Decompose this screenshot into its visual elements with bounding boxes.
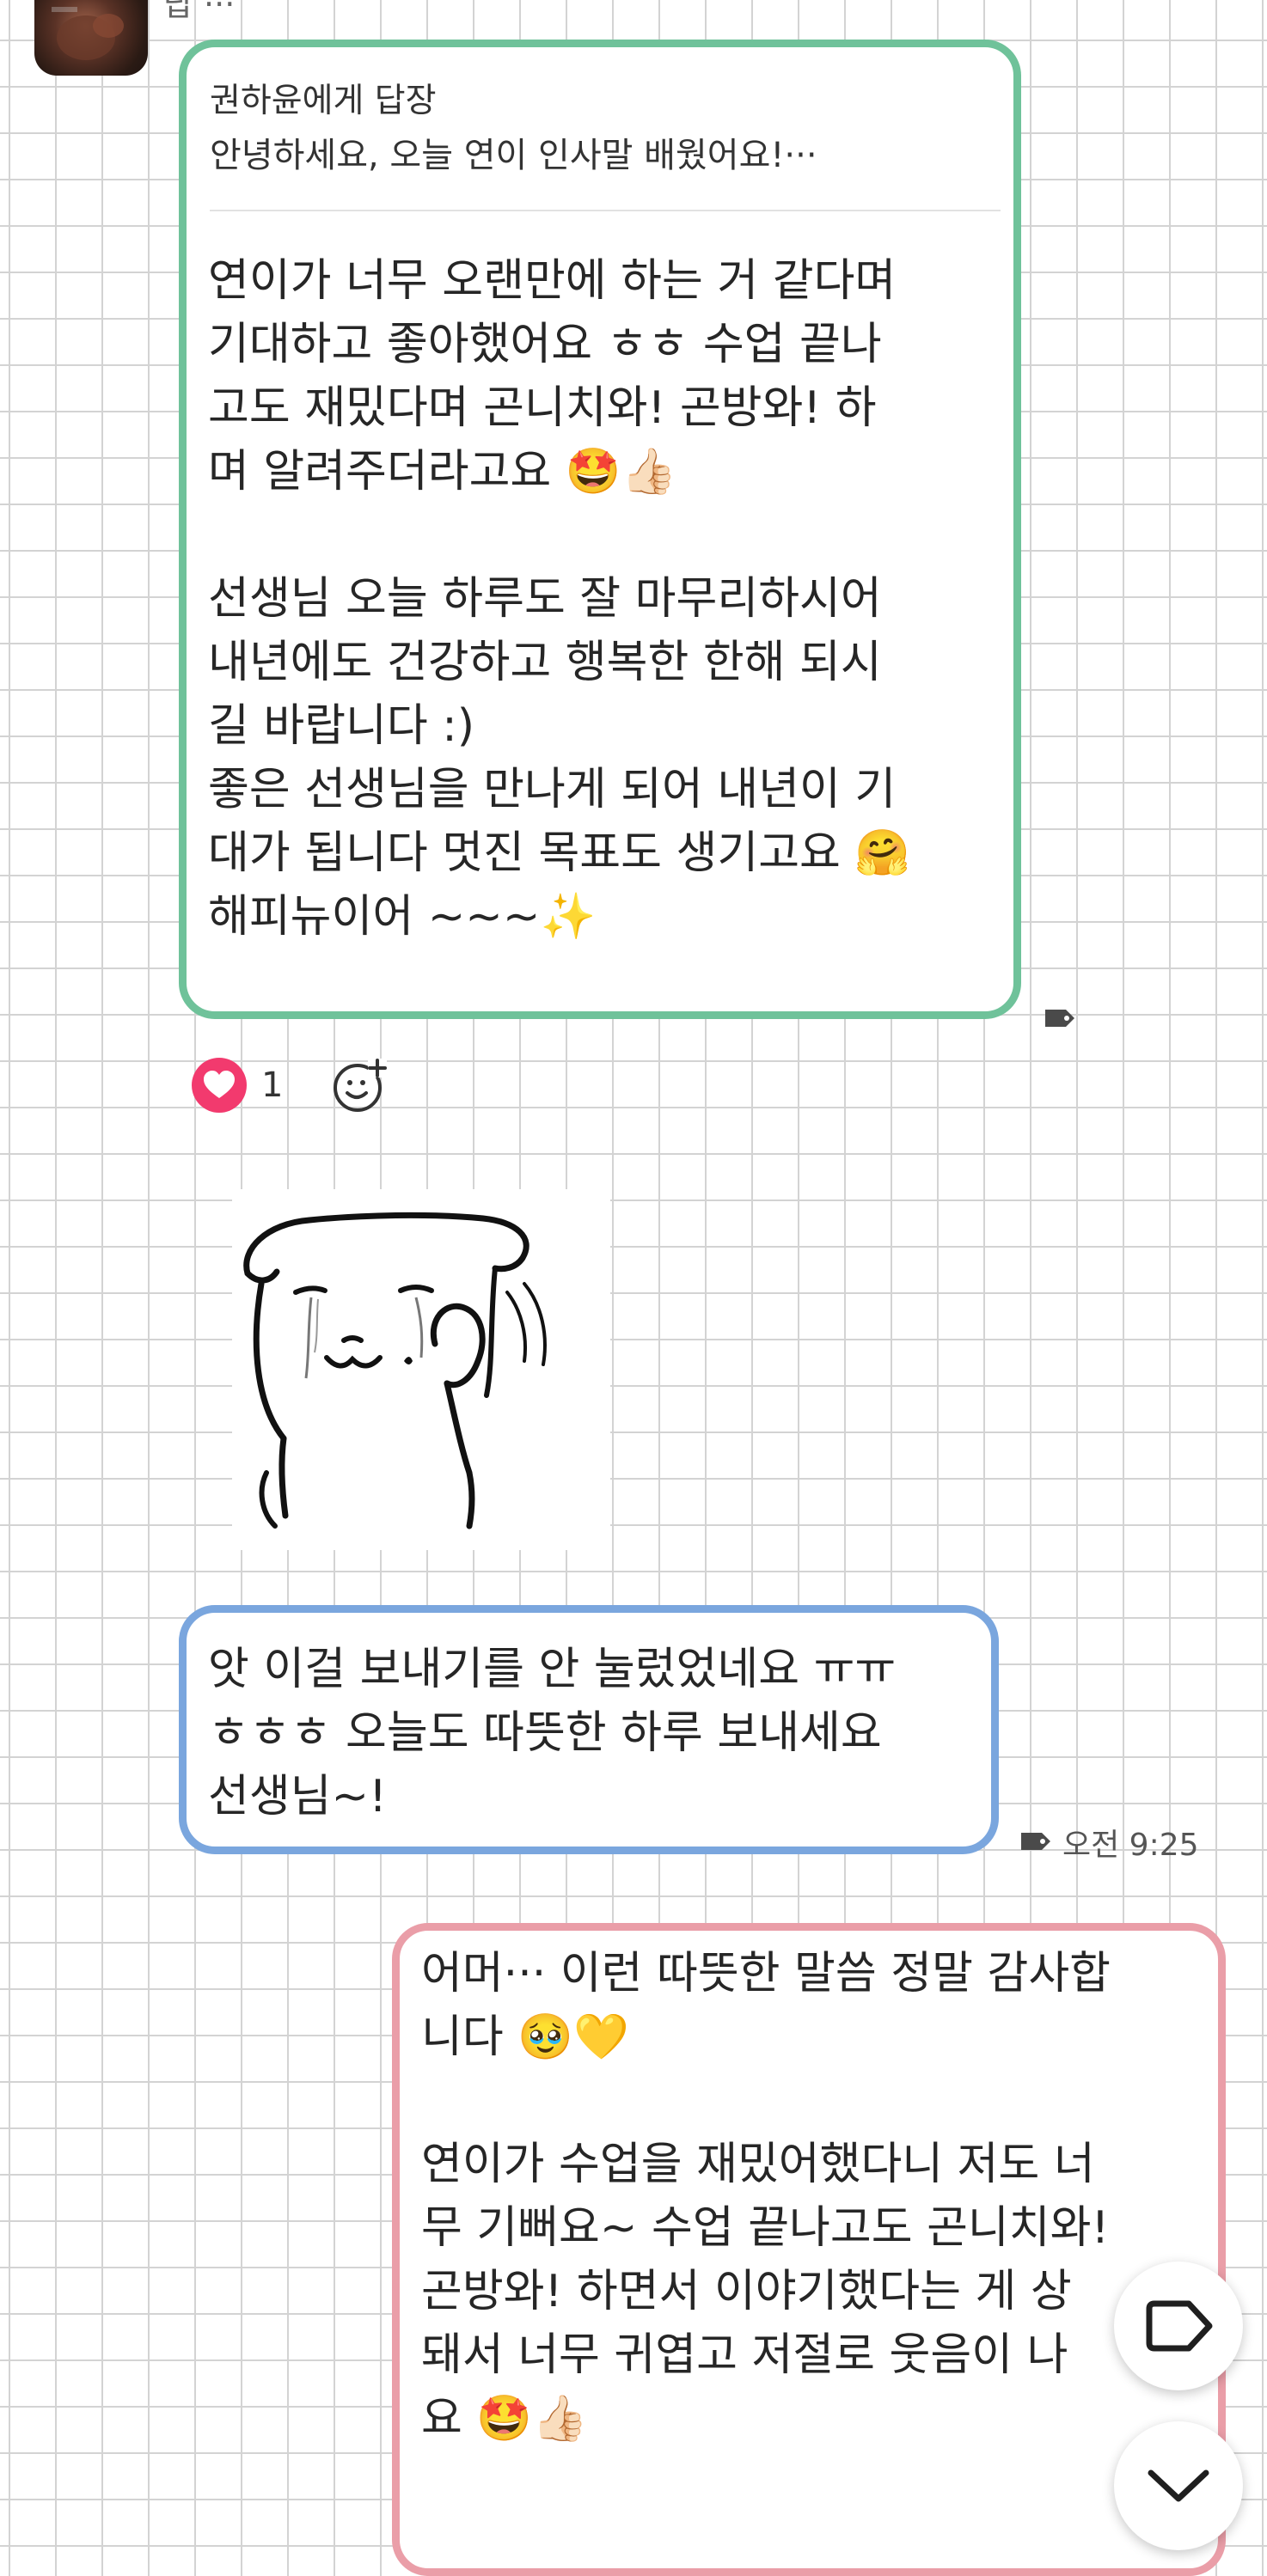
reply-quoted-text[interactable]: 안녕하세요, 오늘 연이 인사말 배웠어요!··· bbox=[210, 127, 817, 177]
message-timestamp: 오전 9:25 bbox=[1062, 1828, 1199, 1863]
reply-divider bbox=[210, 210, 1001, 211]
add-reaction-icon[interactable] bbox=[330, 1055, 390, 1115]
message-text: 앗 이걸 보내기를 안 눌렀었네요 ㅠㅠ ㅎㅎㅎ 오늘도 따뜻한 하루 보내세요… bbox=[208, 1644, 897, 1822]
heart-reaction-icon[interactable] bbox=[191, 1057, 248, 1114]
sender-name: 답 ··· bbox=[163, 0, 236, 23]
tag-button[interactable] bbox=[1114, 2262, 1243, 2390]
tag-outline-icon bbox=[1146, 2300, 1213, 2352]
message-text: 연이가 너무 오랜만에 하는 거 같다며 기대하고 좋아했어요 ㅎㅎ 수업 끝나… bbox=[208, 255, 911, 943]
sender-avatar[interactable] bbox=[34, 0, 148, 76]
heart-reaction-count: 1 bbox=[261, 1065, 284, 1105]
reply-to-label: 권하윤에게 답장 bbox=[210, 82, 437, 120]
tag-icon[interactable] bbox=[1019, 1830, 1052, 1853]
crying-dog-sticker[interactable] bbox=[232, 1189, 610, 1550]
chevron-down-icon bbox=[1148, 2469, 1209, 2502]
scroll-down-button[interactable] bbox=[1114, 2421, 1243, 2550]
tag-icon[interactable] bbox=[1044, 1007, 1076, 1029]
message-text: 어머··· 이런 따뜻한 말씀 정말 감사합 니다 🥹💛 연이가 수업을 재밌어… bbox=[421, 1948, 1111, 2445]
